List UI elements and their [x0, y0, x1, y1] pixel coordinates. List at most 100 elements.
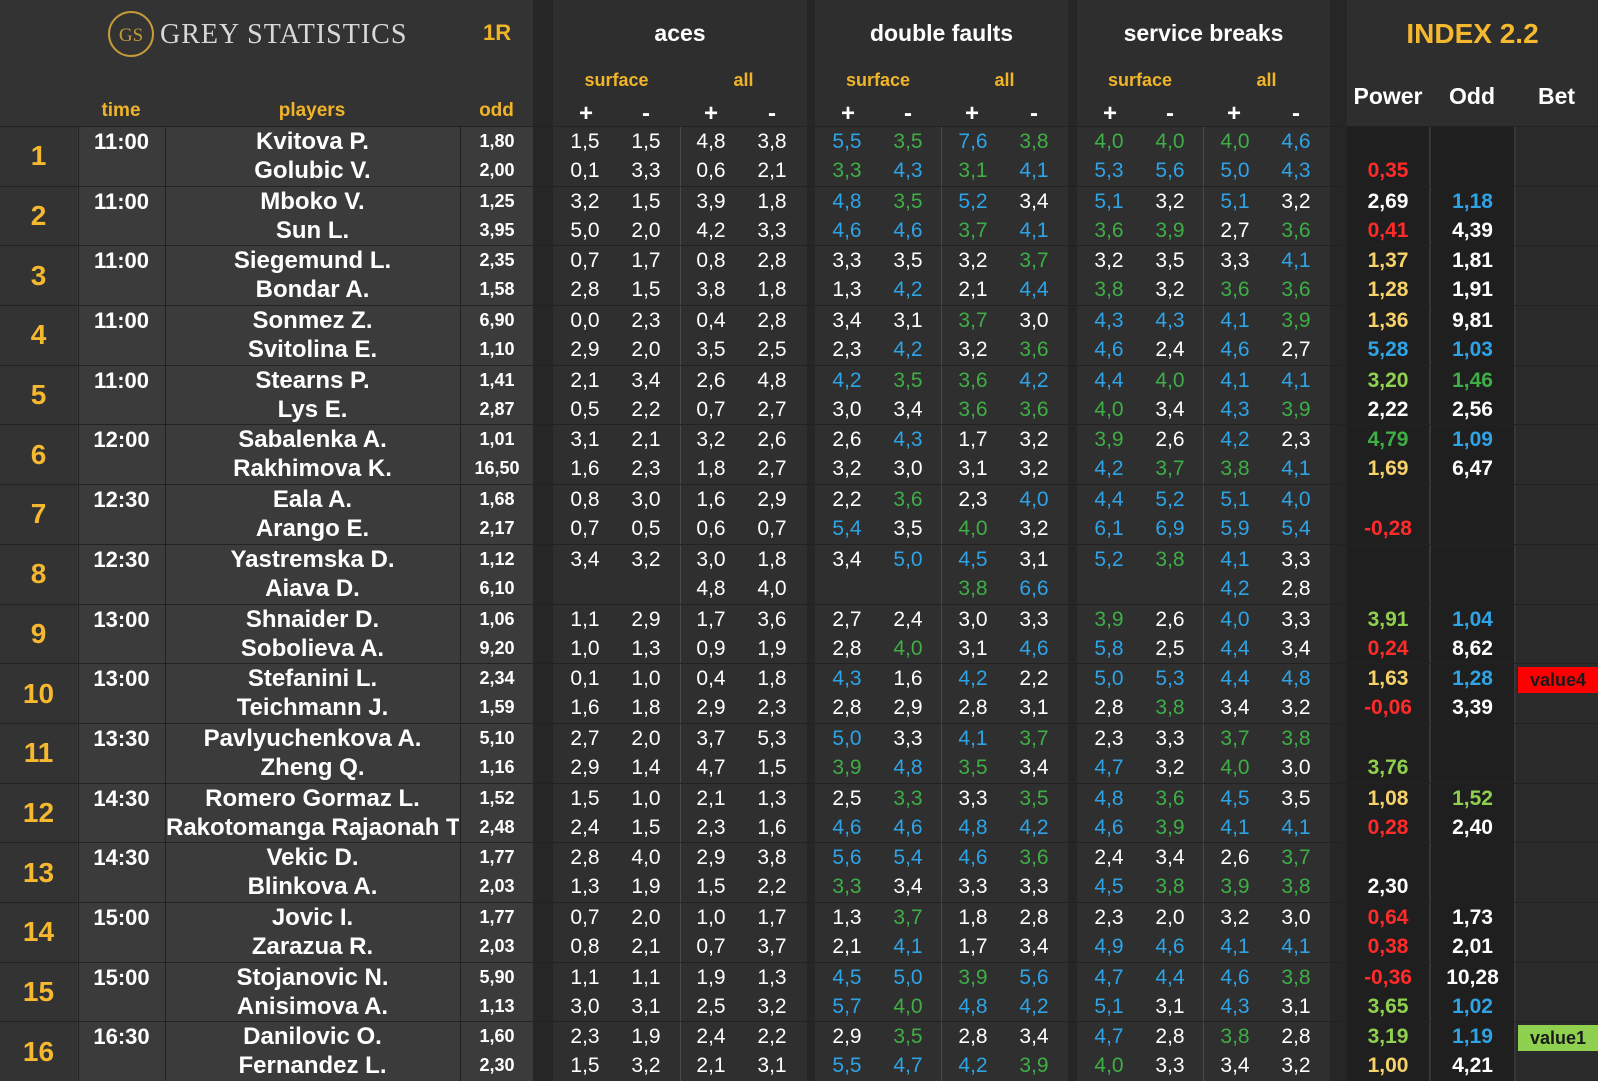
match-time: 13:30: [78, 723, 164, 783]
column-gap: [1330, 544, 1347, 604]
col-power-header: Power: [1353, 83, 1423, 109]
aces-cell: 0,8 3,0 1,6 2,9 0,7 0,5 0,6 0,7: [553, 485, 807, 544]
stat-value: 4,6: [1220, 965, 1250, 989]
stat-value: 2,7: [1281, 338, 1311, 362]
stat-value: 2,3: [1094, 726, 1124, 750]
stat-value: 3,1: [1019, 696, 1049, 720]
column-gap: [1068, 902, 1077, 962]
stat-value: 3,8: [1155, 696, 1185, 720]
df-title: double faults: [869, 20, 1014, 46]
service-breaks-cell: 4,7 2,8 3,8 2,8 4,0 3,3 3,4 3,2: [1077, 1022, 1330, 1081]
stat-value: 3,2: [1220, 905, 1250, 929]
stat-value: 3,2: [958, 249, 988, 273]
stat-value: 3,3: [757, 218, 787, 242]
stat-value: 4,5: [1094, 875, 1124, 899]
header-double-faults: double faults surface all + - + -: [815, 0, 1068, 127]
power-value: 1,36: [1367, 309, 1409, 333]
divider: [941, 783, 942, 843]
odds-cell: 1,06 9,20: [460, 604, 533, 664]
power-cell: 0,35: [1347, 127, 1429, 186]
sb-title: service breaks: [1123, 20, 1284, 46]
power-cell: 3,76: [1347, 723, 1429, 783]
divider: [1203, 365, 1204, 425]
match-time: 12:30: [78, 485, 164, 544]
index-odd-value: 1,18: [1452, 189, 1493, 213]
stat-value: 5,5: [832, 1054, 862, 1078]
aces-all-label: all: [733, 70, 754, 90]
stat-value: 4,0: [1281, 488, 1311, 512]
column-gap: [533, 306, 553, 365]
odds-cell: 1,12 6,10: [460, 544, 533, 604]
odds-cell: 2,34 1,59: [460, 664, 533, 723]
column-gap: [1068, 962, 1077, 1022]
table-row: 4 11:00 Sonmez Z. Svitolina E. 6,90 1,10 0,0 2,…: [0, 305, 1598, 365]
player-odd: 2,30: [479, 1055, 515, 1076]
index-odd-cell: 1,28 3,39: [1430, 664, 1514, 723]
index-odd-value: 1,91: [1452, 278, 1493, 302]
index-odd-value: [1431, 156, 1514, 185]
stat-value: 0,7: [570, 517, 600, 541]
stat-value: 1,0: [631, 786, 661, 810]
stat-value: 3,8: [1155, 547, 1185, 571]
power-value: -0,36: [1364, 965, 1412, 989]
stat-value: 4,6: [832, 218, 862, 242]
column-gap: [1330, 664, 1347, 723]
index-odd-cell: [1430, 485, 1514, 544]
stat-value: 2,1: [757, 159, 787, 182]
index-odd-value: 6,47: [1452, 457, 1493, 481]
column-gap: [807, 127, 815, 186]
stat-value: 5,6: [1155, 159, 1185, 182]
power-value: 0,28: [1367, 815, 1409, 839]
match-number: 15: [0, 962, 77, 1022]
sb-all-plus: +: [1226, 100, 1241, 127]
column-gap: [1068, 127, 1077, 186]
player-name: Golubic V.: [254, 157, 371, 184]
index-odd-value: 1,52: [1452, 786, 1493, 810]
column-gap: [1330, 723, 1347, 783]
column-gap: [807, 186, 815, 246]
stat-value: 3,6: [1281, 278, 1311, 302]
power-value: -0,28: [1364, 517, 1412, 541]
index-odd-value: 1,19: [1452, 1025, 1493, 1049]
divider: [941, 246, 942, 306]
column-gap: [533, 246, 553, 306]
stat-value: 4,6: [1094, 815, 1124, 839]
stat-value: 4,4: [1220, 667, 1250, 691]
stat-value: 4,1: [1281, 368, 1311, 392]
match-number: 9: [0, 604, 77, 664]
player-odd: 2,34: [479, 668, 515, 689]
stat-value: 3,5: [893, 1025, 923, 1049]
player-name: Kvitova P.: [256, 128, 369, 155]
stat-value: 1,5: [570, 786, 600, 810]
stat-value: 4,8: [893, 755, 923, 779]
bet-tag[interactable]: value4: [1518, 667, 1598, 694]
player-odd: 2,87: [479, 398, 515, 419]
power-cell: 2,30: [1347, 843, 1429, 902]
power-cell: -0,36 3,65: [1347, 962, 1429, 1022]
stat-value: 3,3: [1281, 547, 1311, 571]
odds-cell: 1,25 3,95: [460, 186, 533, 246]
player-odd: 1,68: [479, 489, 515, 510]
service-breaks-cell: 3,2 3,5 3,3 4,1 3,8 3,2 3,6 3,6: [1077, 246, 1330, 306]
stat-value: 4,8: [757, 368, 787, 392]
player-name: Stearns P.: [255, 366, 370, 394]
player-name: Vekic D.: [266, 844, 359, 872]
stat-value: 5,0: [1220, 159, 1250, 182]
stat-value: 4,6: [1155, 934, 1185, 958]
stat-value: 3,8: [1019, 130, 1049, 153]
player-odd: 1,52: [479, 787, 515, 808]
stat-value: 4,8: [1094, 786, 1124, 810]
bet-tag[interactable]: value1: [1518, 1025, 1598, 1052]
power-value: 3,91: [1367, 607, 1409, 631]
double-faults-cell: 4,3 1,6 4,2 2,2 2,8 2,9 2,8 3,1: [815, 664, 1068, 723]
player-odd: 1,58: [479, 279, 515, 300]
match-number: 11: [0, 723, 77, 783]
column-gap: [807, 306, 815, 365]
power-cell: 3,91 0,24: [1347, 604, 1429, 664]
aces-cell: 1,5 1,5 4,8 3,8 0,1 3,3 0,6 2,1: [553, 127, 807, 186]
player-name: Zheng Q.: [260, 753, 365, 781]
index-odd-value: 9,81: [1452, 309, 1493, 333]
column-gap: [1330, 962, 1347, 1022]
stat-value: 2,4: [893, 607, 923, 631]
odds-cell: 1,68 2,17: [460, 485, 533, 544]
